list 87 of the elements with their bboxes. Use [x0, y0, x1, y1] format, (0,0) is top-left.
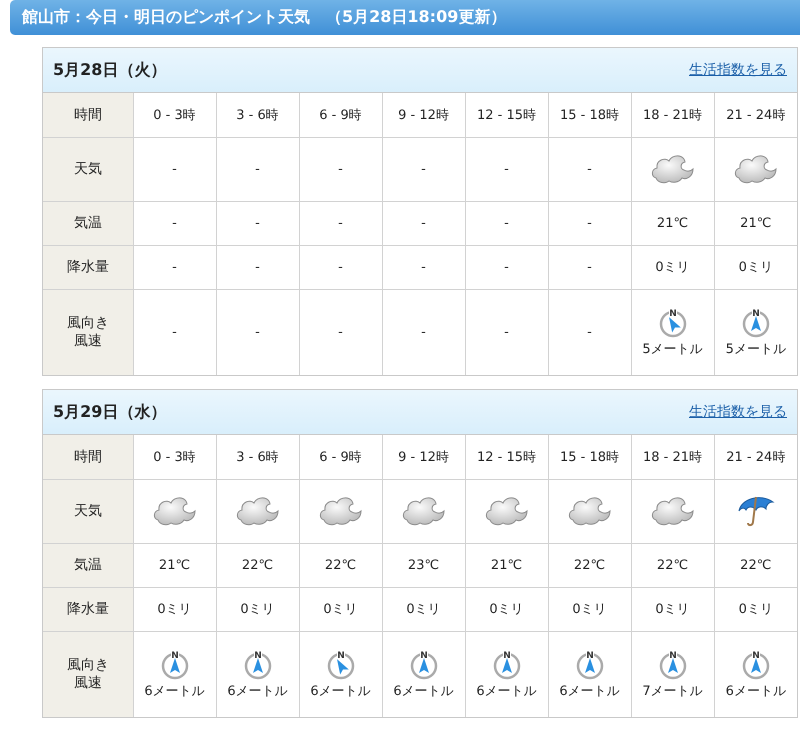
time-header: 3 - 6時 [216, 93, 299, 137]
table-cell: 21℃ [133, 543, 216, 587]
time-header: 6 - 9時 [299, 435, 382, 479]
row-label: 気温 [43, 543, 133, 587]
empty-dash: - [216, 245, 299, 289]
time-header: 15 - 18時 [548, 435, 631, 479]
wind-speed: 5メートル [642, 341, 703, 358]
wind-speed: 6メートル [310, 683, 371, 700]
row-label: 風向き [66, 656, 109, 674]
time-header: 12 - 15時 [465, 435, 548, 479]
empty-dash: - [504, 324, 509, 340]
table-cell: 0ミリ [382, 587, 465, 631]
empty-dash: - [382, 245, 465, 289]
table-cell: 21℃ [465, 543, 548, 587]
empty-dash: - [255, 324, 260, 340]
time-header: 0 - 3時 [133, 435, 216, 479]
time-header: 0 - 3時 [133, 93, 216, 137]
empty-dash: - [421, 324, 426, 340]
empty-dash: - [548, 245, 631, 289]
table-cell: 21℃ [714, 201, 797, 245]
empty-dash: - [465, 201, 548, 245]
row-label: 風速 [74, 332, 102, 350]
empty-dash: - [172, 162, 177, 176]
empty-dash: - [548, 201, 631, 245]
time-header: 21 - 24時 [714, 435, 797, 479]
empty-dash: - [338, 162, 343, 176]
row-label: 降水量 [43, 587, 133, 631]
empty-dash: - [172, 324, 177, 340]
page-title: 館山市：今日・明日のピンポイント天気 （5月28日18:09更新） [10, 0, 800, 35]
wind-speed: 6メートル [144, 683, 205, 700]
table-cell: 0ミリ [216, 587, 299, 631]
table-cell: 22℃ [631, 543, 714, 587]
lifestyle-index-link[interactable]: 生活指数を見る [689, 61, 787, 79]
wind-speed: 6メートル [559, 683, 620, 700]
wind-speed: 6メートル [227, 683, 288, 700]
row-label: 風向き [66, 314, 109, 332]
empty-dash: - [587, 162, 592, 176]
wind-speed: 7メートル [642, 683, 703, 700]
empty-dash: - [133, 245, 216, 289]
wind-speed: 5メートル [726, 341, 786, 358]
empty-dash: - [338, 324, 343, 340]
table-cell: 0ミリ [714, 587, 797, 631]
wind-speed: 6メートル [726, 683, 786, 700]
time-header: 15 - 18時 [548, 93, 631, 137]
table-cell: 22℃ [548, 543, 631, 587]
row-label: 風速 [74, 674, 102, 692]
time-header: 3 - 6時 [216, 435, 299, 479]
table-cell: 23℃ [382, 543, 465, 587]
time-header: 12 - 15時 [465, 93, 548, 137]
time-header: 6 - 9時 [299, 93, 382, 137]
row-label: 時間 [43, 435, 133, 479]
lifestyle-index-link[interactable]: 生活指数を見る [689, 403, 787, 421]
table-cell: 0ミリ [631, 587, 714, 631]
empty-dash: - [255, 162, 260, 176]
row-label: 時間 [43, 93, 133, 137]
table-cell: 0ミリ [299, 587, 382, 631]
row-label: 降水量 [43, 245, 133, 289]
table-cell: 0ミリ [631, 245, 714, 289]
table-cell: 0ミリ [714, 245, 797, 289]
empty-dash: - [587, 324, 592, 340]
row-label: 気温 [43, 201, 133, 245]
time-header: 18 - 21時 [631, 93, 714, 137]
empty-dash: - [382, 201, 465, 245]
date-heading: 5月29日（水） [53, 402, 166, 422]
empty-dash: - [299, 201, 382, 245]
row-label: 天気 [43, 137, 133, 201]
table-cell: 0ミリ [133, 587, 216, 631]
time-header: 9 - 12時 [382, 435, 465, 479]
empty-dash: - [465, 245, 548, 289]
wind-speed: 6メートル [476, 683, 537, 700]
time-header: 18 - 21時 [631, 435, 714, 479]
date-heading: 5月28日（火） [53, 60, 166, 80]
table-cell: 22℃ [216, 543, 299, 587]
empty-dash: - [421, 162, 426, 176]
table-cell: 21℃ [631, 201, 714, 245]
table-cell: 22℃ [714, 543, 797, 587]
table-cell: 0ミリ [465, 587, 548, 631]
empty-dash: - [216, 201, 299, 245]
table-cell: 0ミリ [548, 587, 631, 631]
empty-dash: - [133, 201, 216, 245]
row-label: 天気 [43, 479, 133, 543]
time-header: 9 - 12時 [382, 93, 465, 137]
wind-speed: 6メートル [393, 683, 454, 700]
table-cell: 22℃ [299, 543, 382, 587]
empty-dash: - [299, 245, 382, 289]
time-header: 21 - 24時 [714, 93, 797, 137]
empty-dash: - [504, 162, 509, 176]
